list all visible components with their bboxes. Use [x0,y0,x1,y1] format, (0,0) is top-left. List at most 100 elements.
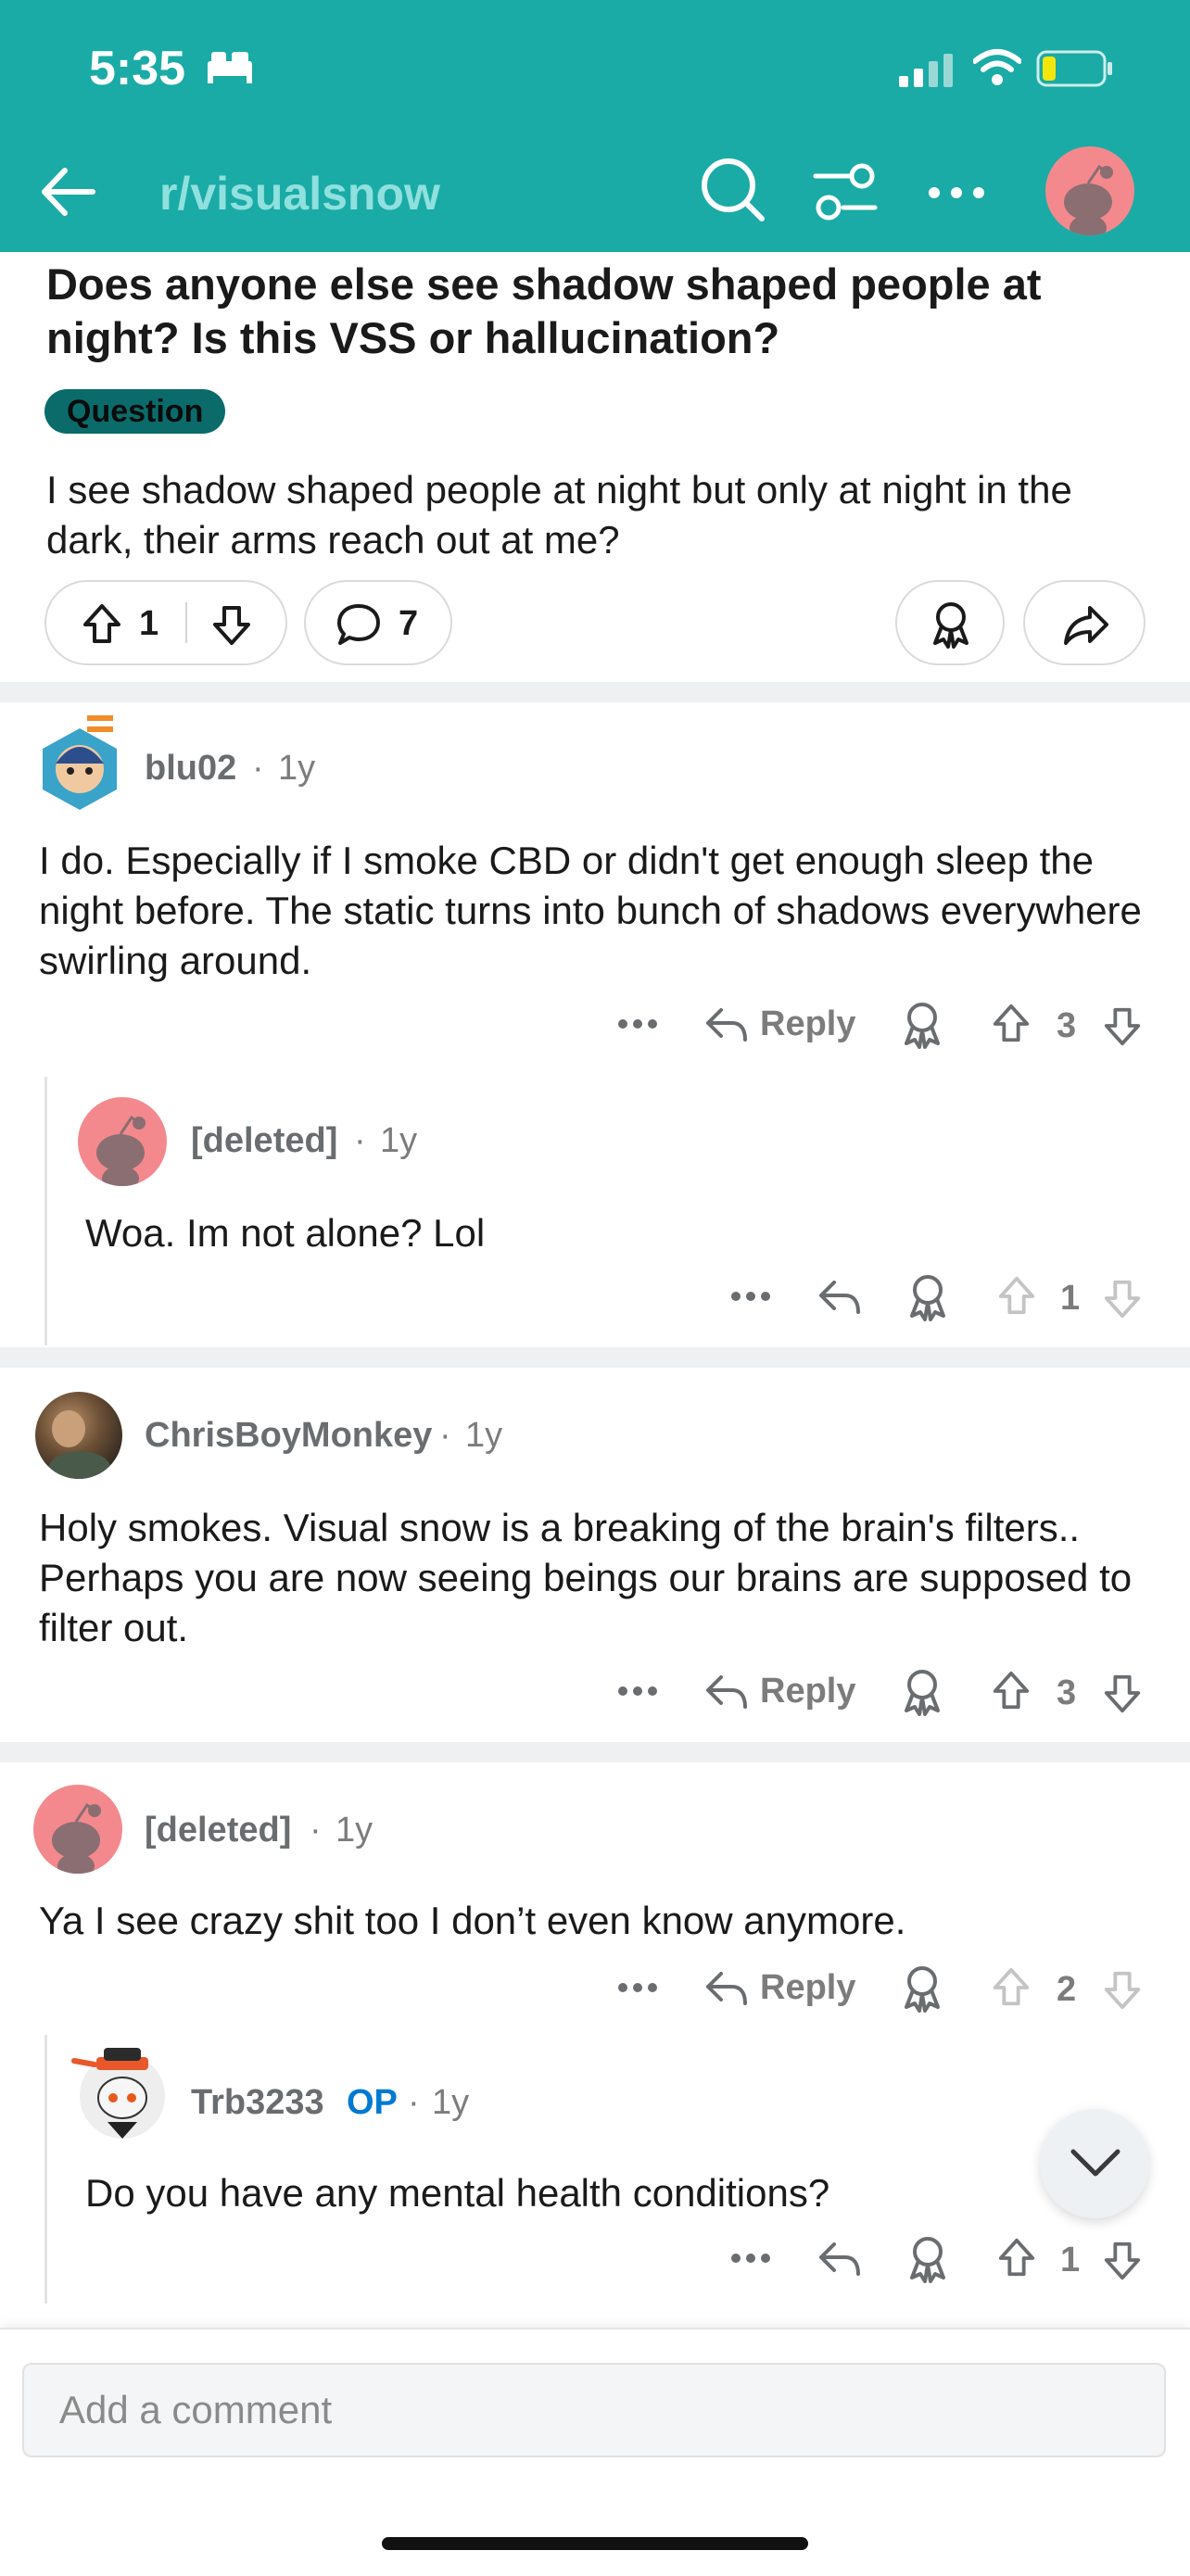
more-options-icon[interactable] [927,183,986,202]
add-comment-input[interactable]: Add a comment [22,2363,1166,2457]
bed-icon [208,52,252,83]
section-divider [0,682,1190,702]
home-indicator[interactable] [382,2537,808,2550]
downvote-icon[interactable] [1101,1672,1144,1714]
user-avatar[interactable] [1045,146,1134,235]
post-comment-count: 7 [399,604,419,643]
post-body: I see shadow shaped people at night but … [46,468,1072,562]
downvote-icon[interactable] [1101,2239,1144,2281]
back-arrow-icon[interactable] [35,159,100,224]
deleted-user-avatar[interactable] [33,1785,122,1874]
reply-icon[interactable] [704,1672,749,1711]
comment-body: I do. Especially if I smoke CBD or didn'… [39,839,1142,982]
award-icon [933,602,968,649]
upvote-icon[interactable] [995,2237,1038,2279]
subreddit-name[interactable]: r/visualsnow [159,167,440,221]
app-header: 5:35 r/visualsnow [0,0,1190,252]
downvote-icon[interactable] [1101,1004,1144,1047]
award-icon[interactable] [905,2235,951,2283]
upvote-icon[interactable] [995,1275,1038,1318]
comment-more-icon[interactable] [617,1981,658,1994]
signal-icon [899,54,953,87]
comment-more-icon[interactable] [730,2252,771,2265]
snoo-avatar-icon [52,1802,101,1874]
photo-avatar-icon [48,1410,111,1479]
op-badge: OP [347,2083,398,2122]
snoo-avatar-icon [1064,164,1113,235]
award-icon[interactable] [899,1668,945,1716]
post-comments-pill[interactable]: 7 [304,580,452,665]
upvote-icon[interactable] [990,1966,1032,2009]
thread-line [44,2035,47,2304]
award-icon[interactable] [899,1964,945,2013]
reply-button[interactable]: Reply [760,1968,855,2008]
post-vote-count: 1 [139,604,159,643]
award-button[interactable] [895,580,1005,665]
chevron-down-icon [1070,2149,1120,2177]
comment-age: 1y [465,1416,503,1455]
deleted-user-avatar[interactable] [78,1097,167,1186]
comment-score: 1 [1060,2241,1081,2279]
post-flair[interactable]: Question [44,389,226,434]
blu02-avatar[interactable] [35,712,124,814]
downvote-icon[interactable] [1101,1968,1144,2011]
award-icon[interactable] [899,1001,945,1049]
flair-label: Question [67,394,204,429]
comment-score: 3 [1057,1006,1077,1045]
comment-username[interactable]: [deleted] [191,1121,337,1161]
comment-dot: · [252,749,264,788]
snoo-avatar-icon [96,1115,146,1186]
comment-score: 2 [1057,1970,1077,2009]
reply-button[interactable]: Reply [760,1004,855,1044]
reply-icon[interactable] [817,1277,862,1316]
reply-button[interactable]: Reply [760,1672,855,1711]
thread-line [44,1077,47,1345]
comment-age: 1y [335,1811,373,1850]
search-icon[interactable] [701,158,767,224]
upvote-icon[interactable] [80,602,124,647]
comment-more-icon[interactable] [617,1685,658,1698]
share-button[interactable] [1023,580,1146,665]
trb3233-avatar[interactable] [70,2040,171,2144]
downvote-icon[interactable] [209,602,254,647]
scroll-down-button[interactable] [1040,2109,1149,2218]
comment-age: 1y [380,1121,418,1160]
comment-more-icon[interactable] [617,1017,658,1030]
reply-icon[interactable] [817,2239,862,2278]
comment-dot: · [439,1416,451,1455]
chrisboymonkey-avatar[interactable] [35,1392,122,1479]
comment-dot: · [310,1811,322,1850]
filter-icon[interactable] [812,163,879,221]
comment-score: 3 [1057,1673,1077,1712]
comment-username[interactable]: Trb3233 [191,2083,324,2123]
comment-username[interactable]: [deleted] [145,1811,291,1850]
reply-icon[interactable] [704,1004,749,1043]
wifi-icon [973,49,1021,85]
comment-score: 1 [1060,1279,1081,1318]
upvote-icon[interactable] [990,1003,1032,1045]
status-time: 5:35 [89,42,186,95]
comment-age: 1y [278,749,316,788]
battery-icon [1036,50,1112,87]
comment-more-icon[interactable] [730,1290,771,1303]
comment-age: 1y [432,2083,470,2122]
comment-dot: · [408,2083,420,2122]
comment-body: Holy smokes. Visual snow is a breaking o… [39,1506,1133,1649]
vote-divider [185,602,187,643]
comment-username[interactable]: blu02 [145,749,236,789]
comment-body: Ya I see crazy shit too I don’t even kno… [39,1899,906,1942]
comment-bubble-icon [337,604,380,645]
post-vote-pill: 1 [44,580,287,665]
comment-body: Woa. Im not alone? Lol [85,1211,486,1255]
comment-username[interactable]: ChrisBoyMonkey [145,1416,432,1456]
downvote-icon[interactable] [1101,1277,1144,1320]
award-icon[interactable] [905,1273,951,1321]
section-divider [0,1347,1190,1368]
comment-body: Do you have any mental health conditions… [85,2171,830,2215]
share-icon [1064,606,1108,645]
section-divider [0,1742,1190,1762]
comment-dot: · [354,1121,366,1160]
reply-icon[interactable] [704,1968,749,2007]
upvote-icon[interactable] [990,1670,1032,1712]
post-title: Does anyone else see shadow shaped peopl… [46,259,1042,362]
